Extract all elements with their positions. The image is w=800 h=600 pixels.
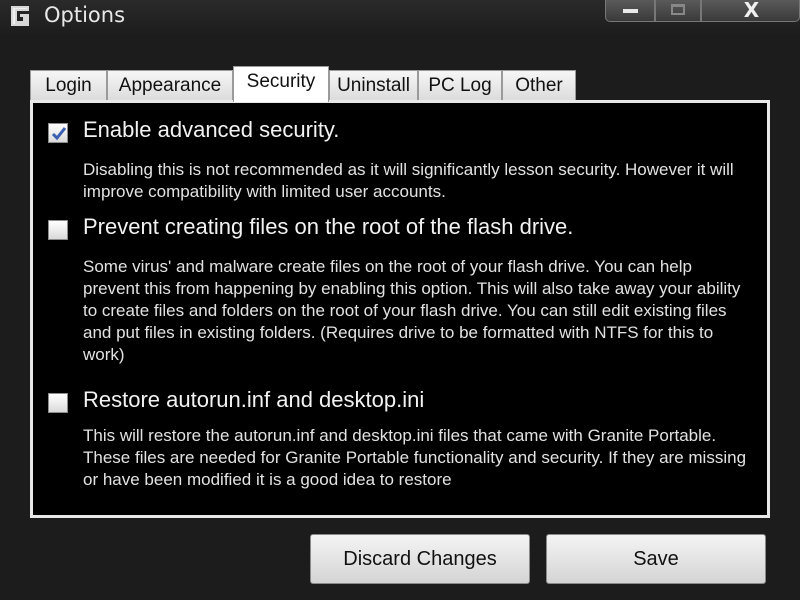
close-button[interactable]: X (701, 0, 800, 22)
prevent-root-files-label[interactable]: Prevent creating files on the root of th… (83, 214, 573, 240)
advanced-security-description: Disabling this is not recommended as it … (83, 160, 734, 201)
close-icon: X (743, 0, 760, 22)
tab-uninstall[interactable]: Uninstall (329, 70, 418, 100)
prevent-root-files-checkbox[interactable] (48, 220, 68, 240)
tab-pc-log[interactable]: PC Log (418, 70, 502, 100)
maximize-icon (671, 4, 685, 15)
granite-app-icon (8, 4, 32, 28)
save-button[interactable]: Save (546, 534, 766, 584)
window-title: Options (44, 3, 126, 27)
tab-appearance[interactable]: Appearance (107, 70, 233, 100)
window-controls: X (605, 0, 800, 22)
restore-autorun-label[interactable]: Restore autorun.inf and desktop.ini (83, 387, 424, 413)
tab-other[interactable]: Other (502, 70, 576, 100)
advanced-security-label[interactable]: Enable advanced security. (83, 117, 339, 143)
maximize-button[interactable] (655, 0, 701, 22)
minimize-icon (623, 9, 638, 13)
discard-changes-button[interactable]: Discard Changes (310, 534, 530, 584)
security-panel: Enable advanced security. Disabling this… (30, 100, 770, 518)
title-bar[interactable]: Options X (0, 0, 800, 34)
options-window: Options X Login Appearance Security Unin… (0, 0, 800, 600)
restore-autorun-description: This will restore the autorun.inf and de… (83, 426, 747, 489)
minimize-button[interactable] (605, 0, 655, 22)
tab-security[interactable]: Security (233, 66, 329, 102)
checkmark-icon (51, 127, 67, 141)
prevent-root-files-description: Some virus' and malware create files on … (83, 257, 741, 364)
advanced-security-checkbox[interactable] (48, 123, 68, 143)
restore-autorun-checkbox[interactable] (48, 393, 68, 413)
tab-login[interactable]: Login (30, 70, 107, 100)
